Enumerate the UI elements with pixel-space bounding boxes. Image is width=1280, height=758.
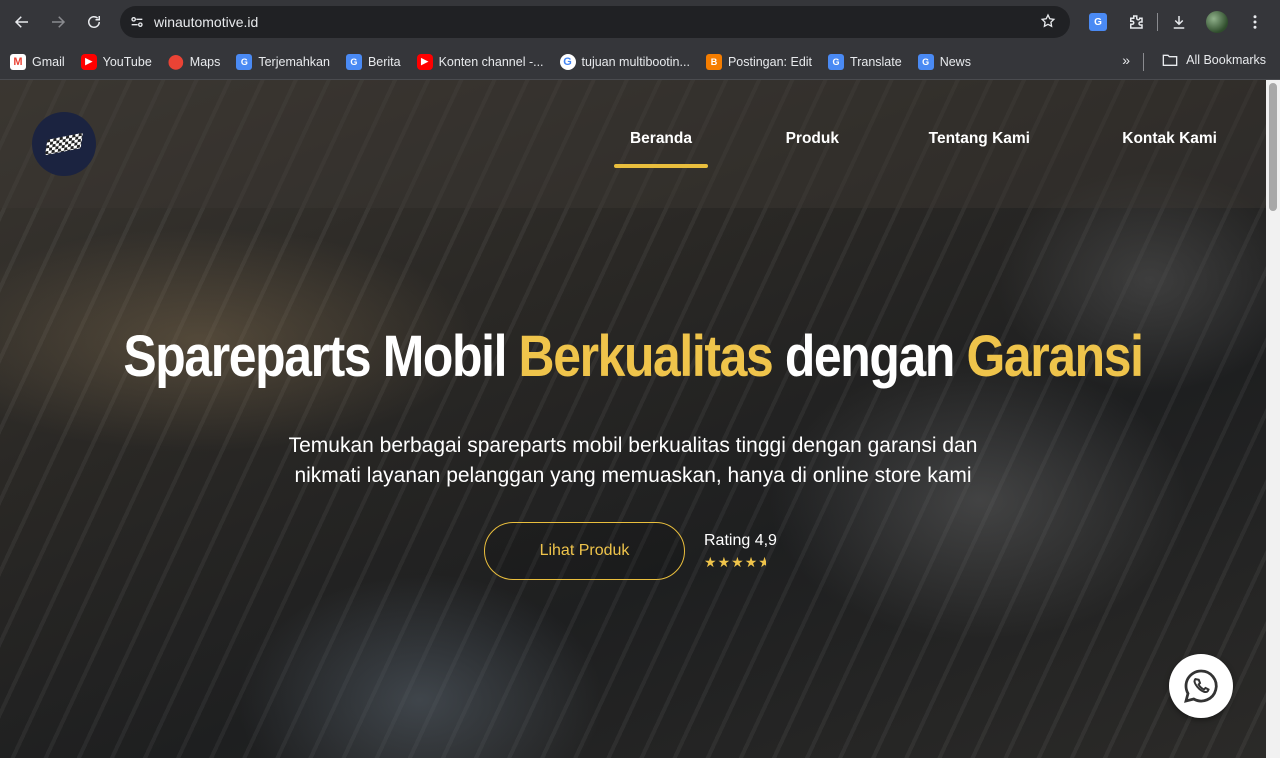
gmail-icon: M (10, 53, 26, 70)
nav-beranda[interactable]: Beranda (613, 130, 709, 168)
browser-toolbar: winautomotive.id G (0, 0, 1280, 44)
url-text[interactable]: winautomotive.id (154, 14, 258, 30)
checkered-flag-icon (44, 132, 84, 156)
google-icon: G (559, 53, 576, 70)
profile-avatar[interactable] (1200, 5, 1234, 39)
address-bar[interactable]: winautomotive.id (120, 6, 1070, 38)
star-icon: ★ (704, 554, 718, 570)
rating-label: Rating 4,9 (704, 532, 777, 549)
nav-kontak-kami[interactable]: Kontak Kami (1122, 130, 1217, 148)
page-viewport: Beranda Produk Tentang Kami Kontak Kami … (0, 80, 1266, 758)
bookmark-postingan-edit[interactable]: B Postingan: Edit (705, 53, 812, 70)
all-bookmarks-button[interactable]: All Bookmarks (1162, 53, 1266, 67)
folder-icon (1162, 54, 1178, 66)
star-half-icon: ★ (758, 554, 767, 570)
bookmark-youtube[interactable]: ▶ YouTube (80, 53, 152, 70)
forward-icon[interactable] (40, 4, 76, 40)
bookmark-maps[interactable]: ⬤ Maps (167, 53, 220, 70)
page-scrollbar[interactable] (1266, 80, 1280, 758)
bookmarks-bar: M Gmail ▶ YouTube ⬤ Maps G Terjemahkan G Beri… (0, 44, 1280, 80)
google-translate-icon: G (236, 53, 253, 70)
bookmark-news[interactable]: G News (917, 53, 971, 70)
bookmark-berita[interactable]: G Berita (345, 53, 401, 70)
hero-title: Spareparts Mobil Berkualitas dengan Gara… (123, 324, 1144, 389)
star-icon: ★ (717, 554, 732, 570)
reload-icon[interactable] (76, 4, 112, 40)
youtube-icon: ▶ (80, 53, 97, 70)
menu-icon[interactable] (1238, 5, 1272, 39)
site-header: Beranda Produk Tentang Kami Kontak Kami (0, 80, 1266, 208)
bookmark-gmail[interactable]: M Gmail (10, 53, 65, 70)
extensions-icon[interactable] (1119, 5, 1153, 39)
youtube-icon: ▶ (416, 53, 433, 70)
google-translate-icon: G (828, 53, 845, 70)
site-info-icon[interactable] (120, 14, 154, 30)
blogger-icon: B (705, 53, 722, 70)
bookmark-terjemahkan[interactable]: G Terjemahkan (236, 53, 330, 70)
download-icon[interactable] (1162, 5, 1196, 39)
star-icon: ★ (744, 554, 759, 570)
hero-subtitle: Temukan berbagai spareparts mobil berkua… (288, 434, 978, 487)
rating-stars: ★★★★★ (704, 554, 777, 571)
toolbar-divider (1157, 13, 1158, 31)
nav-tentang-kami[interactable]: Tentang Kami (929, 130, 1030, 148)
star-icon: ★ (731, 554, 745, 570)
maps-icon: ⬤ (167, 53, 184, 69)
rating-block: Rating 4,9 ★★★★★ (704, 532, 777, 571)
lihat-produk-button[interactable]: Lihat Produk (484, 522, 685, 580)
bookmark-konten-channel[interactable]: ▶ Konten channel -... (416, 53, 544, 70)
bookmarks-divider (1143, 53, 1144, 71)
google-translate-icon: G (345, 53, 362, 70)
site-logo[interactable] (32, 112, 96, 176)
translate-icon[interactable]: G (1081, 5, 1115, 39)
google-translate-icon: G (917, 53, 934, 70)
bookmarks-overflow-icon[interactable]: » (1122, 52, 1130, 68)
back-icon[interactable] (4, 4, 40, 40)
bookmark-translate[interactable]: G Translate (828, 53, 902, 70)
bookmark-star-icon[interactable] (1040, 13, 1056, 34)
nav-produk[interactable]: Produk (786, 130, 839, 148)
bookmark-tujuan-multibooting[interactable]: Gtujuan multibootin... (559, 53, 690, 70)
whatsapp-icon[interactable] (1169, 654, 1233, 718)
scrollbar-thumb[interactable] (1269, 83, 1277, 211)
